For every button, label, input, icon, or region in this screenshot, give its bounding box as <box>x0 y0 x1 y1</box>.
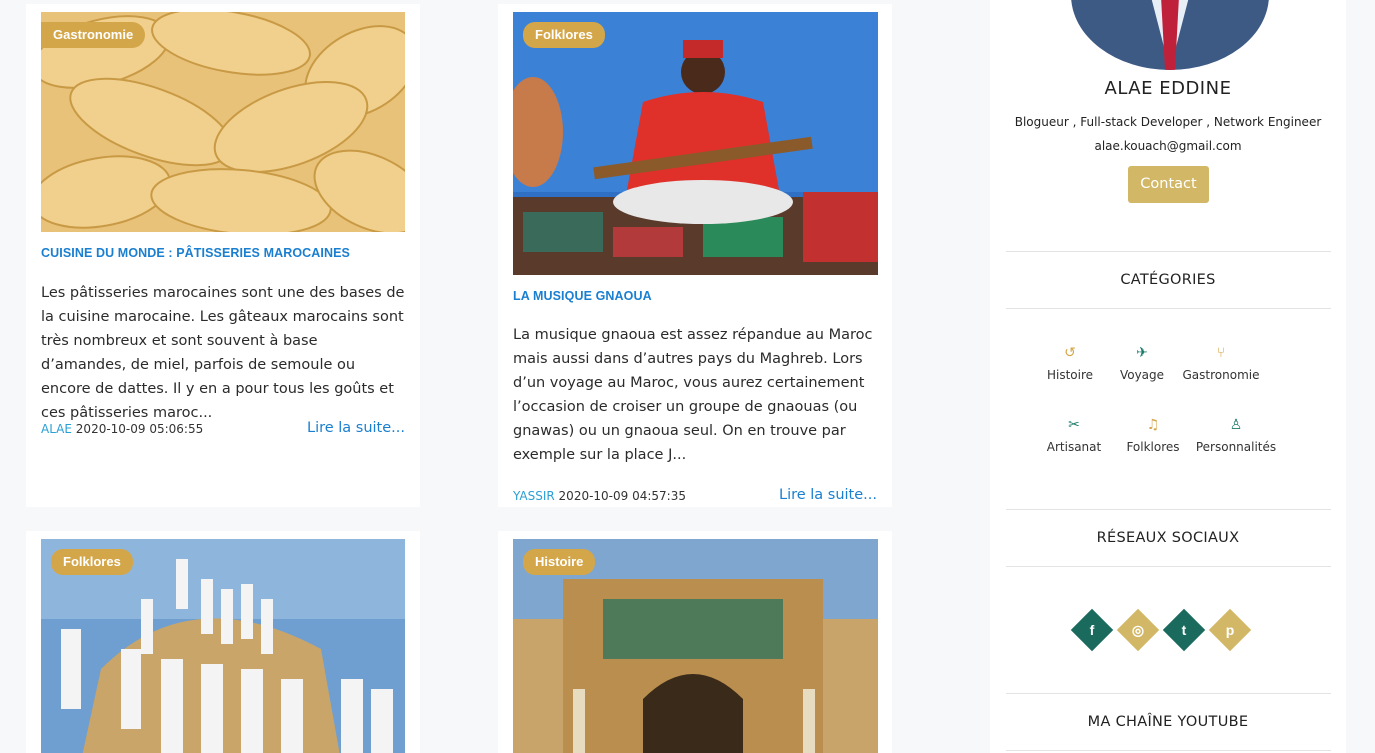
post-card: Folklores LA MUSIQUE GNAOUA La musique g… <box>498 4 892 507</box>
post-excerpt: La musique gnaoua est assez répandue au … <box>513 327 873 463</box>
divider <box>1006 509 1331 510</box>
category-gastronomie[interactable]: ⑂ Gastronomie <box>1176 344 1266 382</box>
post-excerpt: Les pâtisseries marocaines sont une des … <box>41 285 405 421</box>
post-image[interactable]: Folklores <box>513 12 878 275</box>
divider <box>1006 308 1331 309</box>
divider <box>1006 566 1331 567</box>
contact-button[interactable]: Contact <box>1128 166 1209 203</box>
category-folklores[interactable]: ♫ Folklores <box>1108 416 1198 454</box>
category-badge[interactable]: Folklores <box>51 549 133 575</box>
post-author[interactable]: YASSIR <box>513 489 555 503</box>
profile-email: alae.kouach@gmail.com <box>1094 139 1242 153</box>
post-image[interactable]: Gastronomie <box>41 12 405 232</box>
post-image[interactable]: Histoire <box>513 539 878 753</box>
twitter-link[interactable]: t <box>1162 608 1206 652</box>
profile-name: ALAE EDDINE <box>1104 78 1232 99</box>
categories-title: CATÉGORIES <box>1120 272 1216 288</box>
post-card: Histoire <box>498 531 892 753</box>
post-title[interactable]: CUISINE DU MONDE : PÂTISSERIES MAROCAINE… <box>41 246 350 260</box>
category-label: Personnalités <box>1195 440 1277 454</box>
read-more-link[interactable]: Lire la suite... <box>779 487 877 503</box>
plane-icon: ✈ <box>1136 345 1148 361</box>
pinterest-icon: p <box>1225 622 1235 638</box>
category-personnalites[interactable]: ♙ Personnalités <box>1191 416 1281 454</box>
divider <box>1006 693 1331 694</box>
divider <box>1006 750 1331 751</box>
music-icon: ♫ <box>1146 417 1160 433</box>
post-author[interactable]: ALAE <box>41 422 72 436</box>
profile-role: Blogueur , Full-stack Developer , Networ… <box>1014 115 1322 129</box>
divider <box>1006 251 1331 252</box>
cutlery-icon: ⑂ <box>1216 345 1226 361</box>
post-card: Gastronomie CUISINE DU MONDE : PÂTISSERI… <box>26 4 420 507</box>
social-title: RÉSEAUX SOCIAUX <box>1096 530 1240 546</box>
post-title[interactable]: LA MUSIQUE GNAOUA <box>513 289 652 303</box>
youtube-title: MA CHAÎNE YOUTUBE <box>1087 714 1249 730</box>
facebook-icon: f <box>1089 622 1095 638</box>
post-image[interactable]: Folklores <box>41 539 405 753</box>
twitter-icon: t <box>1181 622 1187 638</box>
sidebar: ALAE EDDINE Blogueur , Full-stack Develo… <box>990 0 1346 753</box>
category-badge[interactable]: Folklores <box>523 22 605 48</box>
post-date: 2020-10-09 04:57:35 <box>558 489 686 503</box>
post-date: 2020-10-09 05:06:55 <box>75 422 204 436</box>
person-icon: ♙ <box>1229 417 1243 433</box>
scissors-icon: ✂ <box>1068 417 1080 433</box>
category-label: Gastronomie <box>1182 368 1260 382</box>
post-meta: YASSIR 2020-10-09 04:57:35 <box>513 489 686 503</box>
facebook-link[interactable]: f <box>1070 608 1114 652</box>
post-meta: ALAE 2020-10-09 05:06:55 <box>41 422 203 436</box>
category-artisanat[interactable]: ✂ Artisanat <box>1029 416 1119 454</box>
category-badge[interactable]: Gastronomie <box>41 22 146 48</box>
pinterest-link[interactable]: p <box>1208 608 1252 652</box>
category-label: Artisanat <box>1046 440 1102 454</box>
category-badge[interactable]: Histoire <box>523 549 596 575</box>
read-more-link[interactable]: Lire la suite... <box>307 420 405 436</box>
category-label: Voyage <box>1119 368 1165 382</box>
category-voyage[interactable]: ✈ Voyage <box>1097 344 1187 382</box>
avatar <box>1071 0 1269 70</box>
instagram-icon: ◎ <box>1131 622 1145 638</box>
category-label: Folklores <box>1126 440 1180 454</box>
post-card: Folklores <box>26 531 420 753</box>
instagram-link[interactable]: ◎ <box>1116 608 1160 652</box>
